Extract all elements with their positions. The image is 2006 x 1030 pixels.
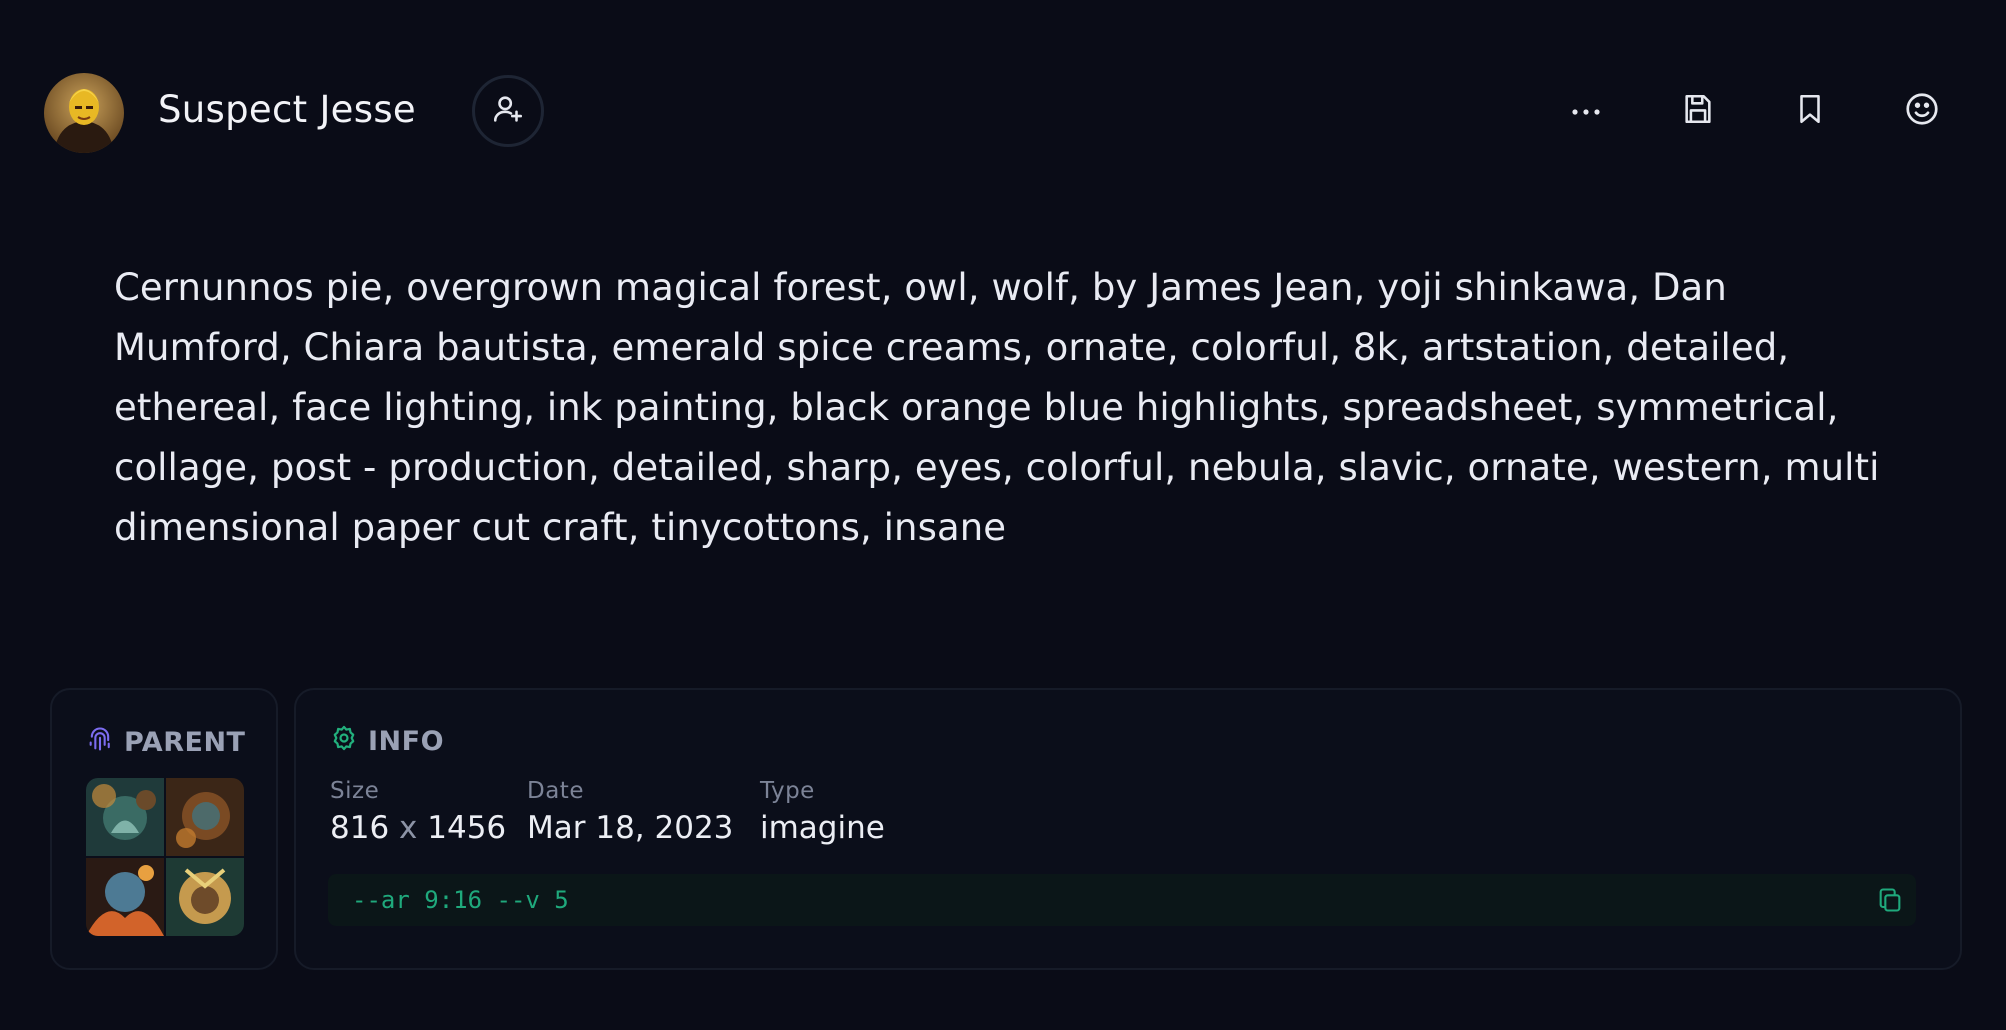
size-field: Size 816 x 1456: [330, 778, 506, 846]
thumbnail-tile: [86, 778, 164, 856]
avatar[interactable]: [44, 73, 124, 153]
size-label: Size: [330, 778, 380, 804]
bookmark-icon: [1793, 91, 1827, 131]
date-label: Date: [527, 778, 584, 804]
info-title: INFO: [330, 724, 444, 759]
info-title-label: INFO: [368, 726, 445, 757]
save-button[interactable]: [1675, 88, 1721, 134]
thumbnail-tile: [86, 858, 164, 936]
gear-icon: [330, 724, 358, 759]
bookmark-button[interactable]: [1787, 88, 1833, 134]
smile-icon: [1904, 91, 1940, 131]
copy-icon: [1876, 888, 1904, 920]
parent-title: PARENT: [86, 724, 245, 761]
prompt-text: Cernunnos pie, overgrown magical forest,…: [114, 266, 1880, 549]
user-plus-icon: [491, 92, 525, 130]
type-field: Type imagine: [760, 778, 885, 846]
thumbnail-tile: [166, 858, 244, 936]
parent-thumbnail[interactable]: [86, 778, 244, 936]
more-horizontal-icon: [1571, 102, 1601, 121]
more-button[interactable]: [1563, 88, 1609, 134]
follow-button[interactable]: [472, 75, 544, 147]
params-code: --ar 9:16 --v 5: [328, 874, 1916, 926]
date-field: Date Mar 18, 2023: [527, 778, 733, 846]
info-card: INFO Size 816 x 1456 Date Mar 18, 2023 T…: [294, 688, 1962, 970]
username[interactable]: Suspect Jesse: [158, 88, 416, 131]
copy-button[interactable]: [1876, 886, 1906, 916]
date-value: Mar 18, 2023: [527, 810, 734, 846]
thumbnail-tile: [166, 778, 244, 856]
fingerprint-icon: [86, 724, 114, 761]
size-value: 816 x 1456: [330, 810, 506, 846]
reaction-button[interactable]: [1899, 88, 1945, 134]
params-text: --ar 9:16 --v 5: [352, 886, 569, 914]
parent-card: PARENT: [50, 688, 278, 970]
save-floppy-icon: [1681, 92, 1715, 130]
header: Suspect Jesse: [0, 0, 2006, 230]
type-label: Type: [760, 778, 815, 804]
size-height: 1456: [427, 810, 507, 846]
size-separator: x: [399, 810, 418, 846]
type-value: imagine: [760, 810, 885, 846]
parent-title-label: PARENT: [124, 727, 246, 758]
size-width: 816: [330, 810, 390, 846]
